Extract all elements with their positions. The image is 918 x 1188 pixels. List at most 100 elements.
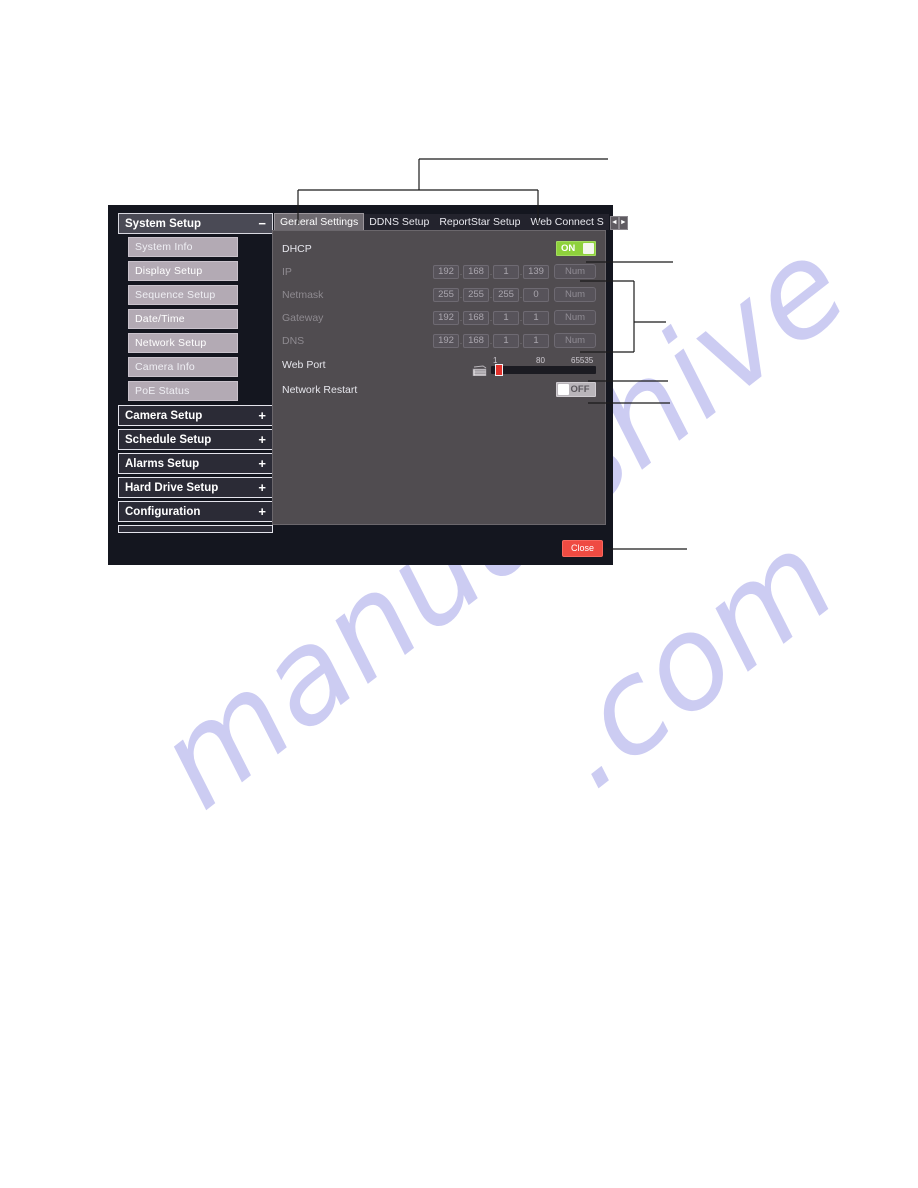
tab-reportstar-setup[interactable]: ReportStar Setup: [434, 214, 526, 230]
dns-octet-group: 192 . 168 . 1 . 1 Num: [433, 333, 596, 348]
sidebar-group-clipped[interactable]: [118, 525, 273, 533]
expand-plus-icon: +: [258, 408, 266, 423]
sidebar-item-system-info[interactable]: System Info: [128, 237, 238, 257]
close-button[interactable]: Close: [562, 540, 603, 557]
ip-octet-3[interactable]: 1: [493, 264, 519, 279]
tab-bar: General Settings DDNS Setup ReportStar S…: [274, 213, 628, 230]
sidebar-item-display-setup[interactable]: Display Setup: [128, 261, 238, 281]
gateway-octet-2[interactable]: 168: [463, 310, 489, 325]
dns-label: DNS: [282, 334, 305, 347]
ip-octet-2[interactable]: 168: [463, 264, 489, 279]
dhcp-toggle-label: ON: [561, 243, 576, 254]
expand-plus-icon: +: [258, 480, 266, 495]
netmask-num-button[interactable]: Num: [554, 287, 596, 302]
tab-ddns-setup[interactable]: DDNS Setup: [364, 214, 435, 230]
gateway-octet-group: 192 . 168 . 1 . 1 Num: [433, 310, 596, 325]
ip-num-button[interactable]: Num: [554, 264, 596, 279]
slider-track: [491, 366, 596, 374]
tab-scroll-left-icon[interactable]: ◄: [609, 216, 619, 230]
sidebar-group-label: Alarms Setup: [125, 457, 200, 470]
sidebar-group-configuration[interactable]: Configuration +: [118, 501, 273, 522]
netmask-octet-4[interactable]: 0: [523, 287, 549, 302]
tab-web-connect-setup[interactable]: Web Connect S: [525, 214, 609, 230]
tab-scroll-right-icon[interactable]: ►: [618, 216, 628, 230]
slider-current-label: 80: [536, 356, 545, 365]
sidebar-item-network-setup[interactable]: Network Setup: [128, 333, 238, 353]
device-setup-window: System Setup − System Info Display Setup…: [108, 205, 628, 565]
watermark: manualshive .com: [0, 0, 918, 1188]
sidebar-group-label: Camera Setup: [125, 409, 203, 422]
web-port-slider[interactable]: 1 80 65535: [491, 356, 596, 376]
sidebar-item-label: Network Setup: [135, 337, 207, 349]
row-web-port: Web Port 1 80 65535: [282, 352, 596, 378]
dns-num-button[interactable]: Num: [554, 333, 596, 348]
toggle-knob: [583, 243, 594, 254]
sidebar-group-label: Configuration: [125, 505, 201, 518]
tab-label: DDNS Setup: [369, 216, 430, 228]
row-ip: IP 192 . 168 . 1 . 139 Num: [282, 260, 596, 283]
expand-plus-icon: +: [258, 504, 266, 519]
tab-scroll-arrows: ◄ ►: [609, 216, 628, 230]
sidebar-item-date-time[interactable]: Date/Time: [128, 309, 238, 329]
tab-label: Web Connect S: [530, 216, 604, 228]
gateway-num-button[interactable]: Num: [554, 310, 596, 325]
expand-plus-icon: +: [258, 456, 266, 471]
tab-general-settings[interactable]: General Settings: [274, 213, 365, 230]
sidebar-group-hard-drive-setup[interactable]: Hard Drive Setup +: [118, 477, 273, 498]
ip-label: IP: [282, 265, 292, 278]
sidebar-group-system-setup[interactable]: System Setup −: [118, 213, 273, 234]
content-area: General Settings DDNS Setup ReportStar S…: [272, 213, 628, 551]
gateway-octet-3[interactable]: 1: [493, 310, 519, 325]
web-port-slider-group: 1 80 65535: [472, 354, 596, 377]
ip-octet-group: 192 . 168 . 1 . 139 Num: [433, 264, 596, 279]
dns-octet-2[interactable]: 168: [463, 333, 489, 348]
netmask-octet-1[interactable]: 255: [433, 287, 459, 302]
dhcp-label: DHCP: [282, 242, 312, 255]
netmask-octet-3[interactable]: 255: [493, 287, 519, 302]
netmask-octet-2[interactable]: 255: [463, 287, 489, 302]
sidebar-group-label: Hard Drive Setup: [125, 481, 219, 494]
sidebar-item-label: Date/Time: [135, 313, 185, 325]
slider-max-label: 65535: [571, 356, 594, 365]
sidebar-group-camera-setup[interactable]: Camera Setup +: [118, 405, 273, 426]
row-network-restart: Network Restart OFF: [282, 378, 596, 401]
ip-octet-1[interactable]: 192: [433, 264, 459, 279]
collapse-minus-icon: −: [258, 216, 266, 231]
sidebar-item-label: System Info: [135, 241, 193, 253]
network-restart-toggle[interactable]: OFF: [556, 382, 596, 397]
sidebar-item-label: PoE Status: [135, 385, 190, 397]
netmask-label: Netmask: [282, 288, 324, 301]
sidebar-item-label: Sequence Setup: [135, 289, 216, 301]
gateway-octet-4[interactable]: 1: [523, 310, 549, 325]
tab-label: General Settings: [280, 216, 359, 228]
sidebar-item-label: Camera Info: [135, 361, 195, 373]
dns-octet-3[interactable]: 1: [493, 333, 519, 348]
keyboard-icon[interactable]: [472, 363, 488, 377]
web-port-label: Web Port: [282, 359, 326, 371]
toggle-knob: [558, 384, 569, 395]
slider-handle[interactable]: [495, 364, 503, 376]
row-dns: DNS 192 . 168 . 1 . 1 Num: [282, 329, 596, 352]
expand-plus-icon: +: [258, 432, 266, 447]
sidebar-group-label: Schedule Setup: [125, 433, 212, 446]
sidebar-item-label: Display Setup: [135, 265, 203, 277]
gateway-octet-1[interactable]: 192: [433, 310, 459, 325]
sidebar: System Setup − System Info Display Setup…: [118, 213, 273, 551]
ip-octet-4[interactable]: 139: [523, 264, 549, 279]
sidebar-item-camera-info[interactable]: Camera Info: [128, 357, 238, 377]
settings-panel: DHCP ON IP 192 . 168 . 1 . 139 Num Netma…: [272, 230, 606, 525]
sidebar-group-label: System Setup: [125, 217, 202, 230]
gateway-label: Gateway: [282, 311, 324, 324]
row-netmask: Netmask 255 . 255 . 255 . 0 Num: [282, 283, 596, 306]
sidebar-group-schedule-setup[interactable]: Schedule Setup +: [118, 429, 273, 450]
tab-label: ReportStar Setup: [439, 216, 521, 228]
sidebar-item-sequence-setup[interactable]: Sequence Setup: [128, 285, 238, 305]
netmask-octet-group: 255 . 255 . 255 . 0 Num: [433, 287, 596, 302]
row-gateway: Gateway 192 . 168 . 1 . 1 Num: [282, 306, 596, 329]
sidebar-item-poe-status[interactable]: PoE Status: [128, 381, 238, 401]
row-dhcp: DHCP ON: [282, 237, 596, 260]
dhcp-toggle[interactable]: ON: [556, 241, 596, 256]
sidebar-group-alarms-setup[interactable]: Alarms Setup +: [118, 453, 273, 474]
dns-octet-1[interactable]: 192: [433, 333, 459, 348]
dns-octet-4[interactable]: 1: [523, 333, 549, 348]
